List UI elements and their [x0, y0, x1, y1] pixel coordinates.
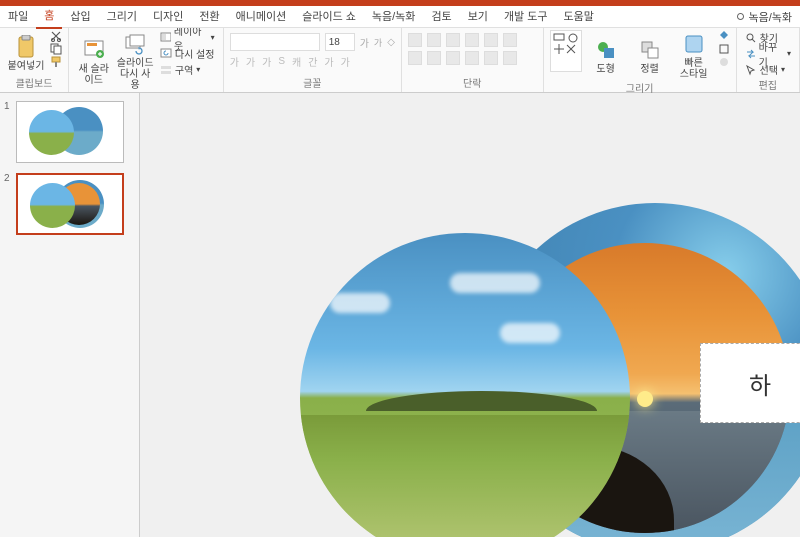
- replace-button[interactable]: 바꾸기▾: [743, 46, 793, 61]
- shapes-button[interactable]: 도형: [586, 30, 626, 80]
- group-font: 가 가 ◇ 가 가 가 S 캐 간 가 가 글꼴: [224, 28, 402, 92]
- menu-file[interactable]: 파일: [0, 6, 36, 28]
- layout-icon: [160, 32, 171, 44]
- slide-editor[interactable]: 하: [140, 93, 800, 537]
- font-size-select[interactable]: [325, 33, 355, 51]
- shape-fill-icon[interactable]: [718, 30, 730, 42]
- bold-button[interactable]: 가: [230, 54, 239, 69]
- section-icon: [160, 64, 172, 76]
- group-paragraph-label: 단락: [408, 75, 537, 90]
- reset-icon: [160, 48, 172, 60]
- align-left-icon[interactable]: [408, 51, 422, 65]
- menu-slideshow[interactable]: 슬라이드 쇼: [294, 6, 364, 28]
- group-slides: 새 슬라이드 슬라이드 다시 사용 레이아웃▾ 다시 설정 구역▾ 슬라이드: [69, 28, 224, 92]
- align-right-icon[interactable]: [446, 51, 460, 65]
- align-justify-icon[interactable]: [465, 51, 479, 65]
- columns-icon[interactable]: [484, 51, 498, 65]
- font-color-button[interactable]: 가: [341, 54, 350, 69]
- align-center-icon[interactable]: [427, 51, 441, 65]
- menu-design[interactable]: 디자인: [145, 6, 191, 28]
- line-spacing-icon[interactable]: [484, 33, 498, 47]
- quick-styles-button[interactable]: 빠른 스타일: [674, 30, 714, 80]
- find-icon: [745, 32, 757, 44]
- workspace: 1 2 하: [0, 93, 800, 537]
- menu-view[interactable]: 보기: [460, 6, 496, 28]
- new-slide-icon: [83, 39, 105, 61]
- strike-button[interactable]: S: [278, 56, 285, 67]
- menu-bar: 파일 홈 삽입 그리기 디자인 전환 애니메이션 슬라이드 쇼 녹음/녹화 검토…: [0, 6, 800, 28]
- arrange-button[interactable]: 정렬: [630, 30, 670, 80]
- indent-inc-icon[interactable]: [465, 33, 479, 47]
- slide-thumbnail-2[interactable]: [16, 173, 124, 235]
- shape-effects-icon[interactable]: [718, 56, 730, 68]
- new-slide-button[interactable]: 새 슬라이드: [75, 30, 112, 91]
- menu-draw[interactable]: 그리기: [99, 6, 145, 28]
- indent-dec-icon[interactable]: [446, 33, 460, 47]
- clear-format-icon[interactable]: ◇: [387, 37, 395, 48]
- replace-icon: [745, 48, 756, 60]
- menu-record[interactable]: 녹음/녹화: [364, 6, 424, 28]
- slide-thumbnail-1[interactable]: [16, 101, 124, 163]
- group-clipboard-label: 클립보드: [6, 75, 62, 90]
- menu-review[interactable]: 검토: [423, 6, 459, 28]
- reuse-slide-icon: [124, 33, 146, 55]
- image-circle-field[interactable]: [300, 233, 630, 537]
- ribbon: 붙여넣기 클립보드 새 슬라이드 슬라이드 다시 사용 레이아웃▾ 다시 설정: [0, 28, 800, 93]
- cut-icon[interactable]: [50, 30, 62, 42]
- layout-button[interactable]: 레이아웃▾: [158, 30, 217, 45]
- paste-button[interactable]: 붙여넣기: [6, 30, 46, 75]
- menu-transitions[interactable]: 전환: [191, 6, 227, 28]
- group-paragraph: 단락: [402, 28, 544, 92]
- shapes-gallery[interactable]: [550, 30, 582, 72]
- spacing-button[interactable]: 간: [308, 54, 317, 69]
- text-placeholder[interactable]: 하: [700, 343, 800, 423]
- smartart-icon[interactable]: [503, 51, 517, 65]
- menu-devtools[interactable]: 개발 도구: [496, 6, 556, 28]
- quick-styles-icon: [684, 34, 704, 54]
- text-direction-icon[interactable]: [503, 33, 517, 47]
- reset-button[interactable]: 다시 설정: [158, 46, 217, 61]
- group-drawing: 도형 정렬 빠른 스타일 그리기: [544, 28, 737, 92]
- section-button[interactable]: 구역▾: [158, 62, 217, 77]
- record-icon: [737, 13, 744, 20]
- group-clipboard: 붙여넣기 클립보드: [0, 28, 69, 92]
- format-painter-icon[interactable]: [50, 56, 62, 68]
- underline-button[interactable]: 가: [262, 54, 271, 69]
- reuse-slide-button[interactable]: 슬라이드 다시 사용: [116, 30, 153, 91]
- select-icon: [745, 64, 757, 76]
- shapes-icon: [596, 40, 616, 60]
- increase-font-icon[interactable]: 가: [360, 35, 369, 50]
- menu-insert[interactable]: 삽입: [62, 6, 98, 28]
- numbering-icon[interactable]: [427, 33, 441, 47]
- copy-icon[interactable]: [50, 43, 62, 55]
- group-font-label: 글꼴: [230, 75, 395, 90]
- arrange-icon: [640, 40, 660, 60]
- shadow-button[interactable]: 캐: [292, 54, 301, 69]
- thumb-number: 2: [4, 173, 16, 235]
- group-editing: 찾기 바꾸기▾ 선택▾ 편집: [737, 28, 800, 92]
- paste-icon: [16, 35, 36, 59]
- italic-button[interactable]: 가: [246, 54, 255, 69]
- decrease-font-icon[interactable]: 가: [374, 36, 382, 49]
- menu-animations[interactable]: 애니메이션: [228, 6, 295, 28]
- menu-help[interactable]: 도움말: [555, 6, 601, 28]
- menu-home[interactable]: 홈: [36, 5, 62, 29]
- font-family-select[interactable]: [230, 33, 320, 51]
- highlight-button[interactable]: 가: [324, 54, 333, 69]
- record-label: 녹음/녹화: [748, 9, 792, 25]
- group-editing-label: 편집: [743, 77, 793, 92]
- shape-outline-icon[interactable]: [718, 43, 730, 55]
- select-button[interactable]: 선택▾: [743, 62, 793, 77]
- thumb-number: 1: [4, 101, 16, 163]
- slide-thumbnails-panel: 1 2: [0, 93, 140, 537]
- bullets-icon[interactable]: [408, 33, 422, 47]
- record-toggle[interactable]: 녹음/녹화: [737, 9, 792, 25]
